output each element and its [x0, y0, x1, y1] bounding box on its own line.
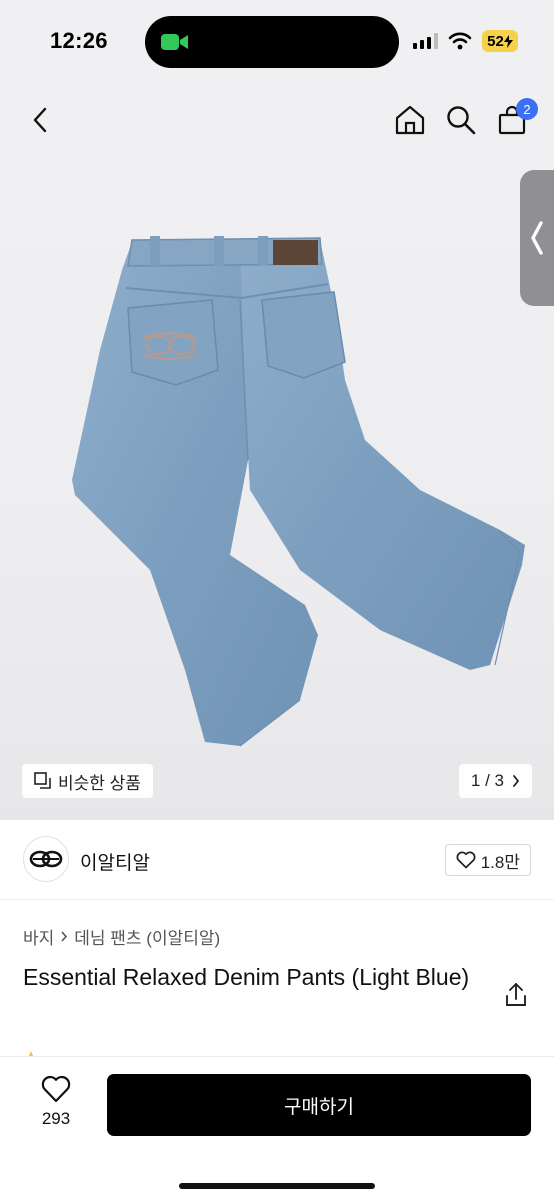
home-button[interactable]: [390, 100, 430, 140]
image-pager-count: 1 / 3: [470, 771, 504, 790]
search-icon: [447, 106, 476, 135]
wishlist-count: 293: [41, 1109, 71, 1128]
chevron-right-icon: [513, 775, 520, 787]
battery-indicator: 52: [482, 30, 518, 52]
image-pager-button[interactable]: 1 / 3: [458, 764, 532, 798]
home-icon: [395, 105, 425, 135]
brand-logo-icon: [29, 850, 63, 868]
seller-logo[interactable]: [23, 836, 69, 882]
wishlist-button[interactable]: 293: [30, 1075, 82, 1135]
side-panel-handle[interactable]: [520, 170, 554, 306]
seller-row[interactable]: 이알티알 1.8만: [0, 820, 554, 900]
breadcrumb: 바지 데님 팬츠 (이알티알): [23, 924, 220, 949]
breadcrumb-subcategory[interactable]: 데님 팬츠 (이알티알): [74, 924, 220, 949]
heart-icon: [41, 1075, 71, 1103]
seller-like-count: 1.8만: [480, 852, 520, 872]
similar-products-label: 비슷한 상품: [58, 773, 141, 793]
search-button[interactable]: [441, 100, 481, 140]
similar-products-button[interactable]: 비슷한 상품: [22, 764, 153, 798]
status-time: 12:26: [50, 28, 108, 53]
heart-icon: [456, 851, 476, 869]
dynamic-island: [145, 16, 399, 68]
seller-like-button[interactable]: 1.8만: [444, 844, 531, 876]
seller-name[interactable]: 이알티알: [80, 848, 150, 875]
cart-count-badge: 2: [516, 98, 538, 120]
jeans-photo: [72, 236, 525, 747]
cellular-signal-icon: [413, 33, 438, 49]
top-nav: 2: [0, 82, 554, 160]
status-bar: 12:26 52: [0, 0, 554, 82]
chevron-left-icon: [531, 221, 543, 255]
back-button[interactable]: [20, 100, 60, 140]
chevron-left-icon: [33, 107, 47, 133]
video-camera-icon: [161, 34, 188, 50]
bottom-action-bar: 293 구매하기: [0, 1056, 554, 1200]
breadcrumb-category[interactable]: 바지: [23, 924, 54, 949]
battery-level: 52: [487, 32, 504, 50]
share-icon: [506, 983, 526, 1006]
product-title: Essential Relaxed Denim Pants (Light Blu…: [23, 964, 470, 990]
buy-button[interactable]: 구매하기: [107, 1074, 531, 1136]
wifi-icon: [448, 32, 472, 50]
status-indicators: 52: [413, 30, 518, 52]
chevron-right-icon: [61, 931, 68, 942]
product-image-gallery[interactable]: 비슷한 상품 1 / 3: [0, 160, 554, 820]
cart-button[interactable]: 2: [492, 98, 538, 140]
home-indicator: [179, 1183, 375, 1189]
copy-icon: [34, 772, 51, 789]
share-button[interactable]: [504, 982, 528, 1008]
charging-bolt-icon: [503, 34, 513, 48]
